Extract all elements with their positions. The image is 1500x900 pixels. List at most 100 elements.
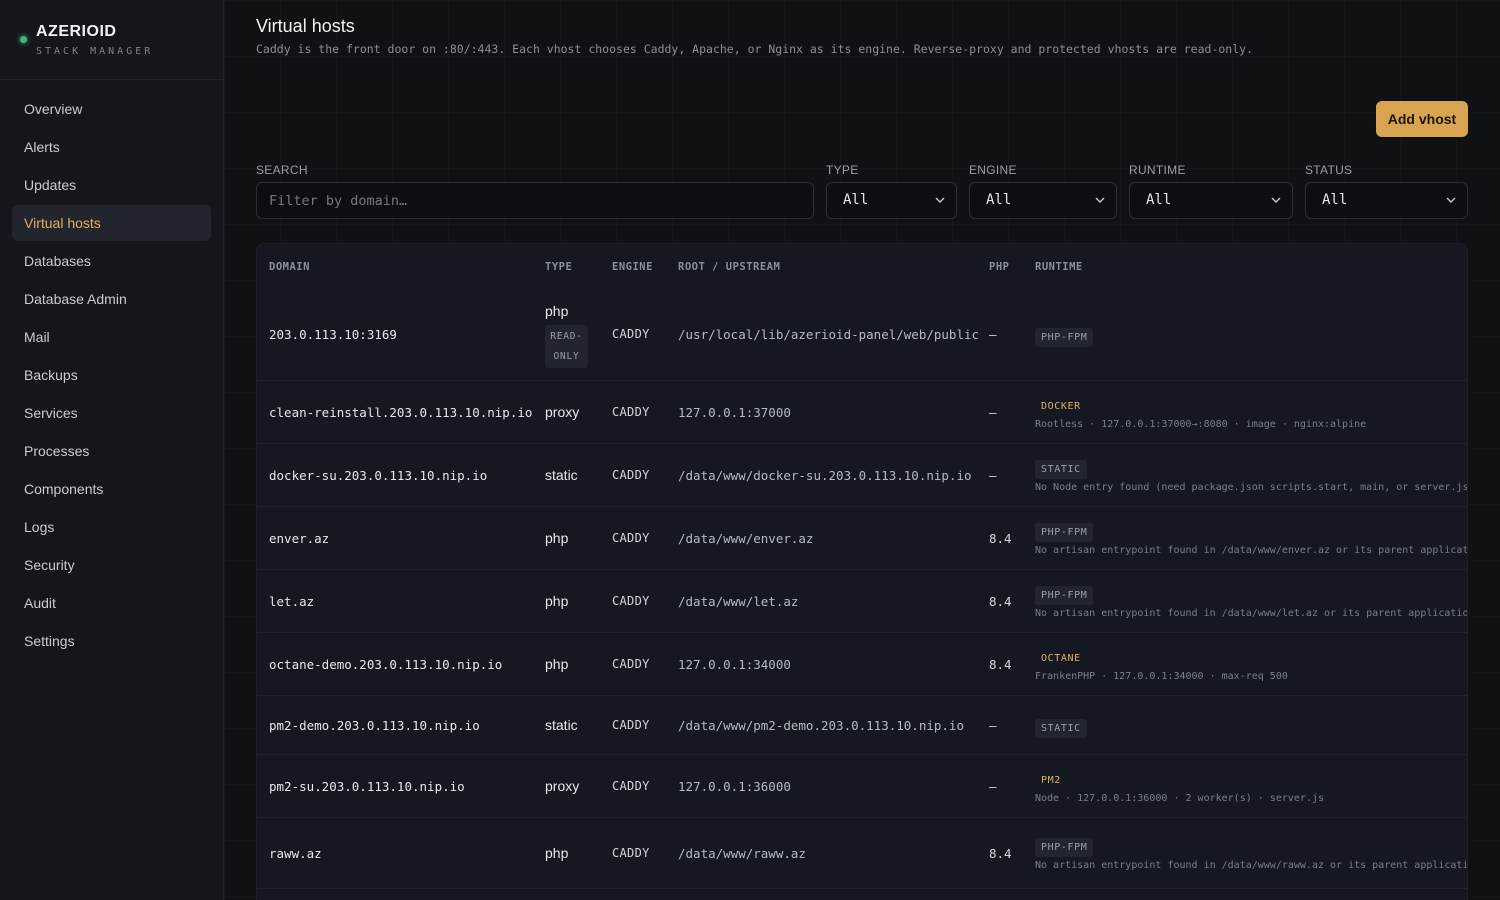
- domain-cell[interactable]: octane-demo.203.0.113.10.nip.io: [269, 657, 502, 672]
- sidebar-item-database-admin[interactable]: Database Admin: [12, 281, 211, 317]
- chevron-down-icon: [1446, 197, 1456, 203]
- sidebar-item-virtual-hosts[interactable]: Virtual hosts: [12, 205, 211, 241]
- php-cell: —: [989, 468, 997, 483]
- type-cell: static: [545, 467, 578, 483]
- sidebar-item-processes[interactable]: Processes: [12, 433, 211, 469]
- engine-cell: CADDY: [612, 327, 650, 341]
- domain-cell[interactable]: docker-su.203.0.113.10.nip.io: [269, 468, 487, 483]
- domain-cell[interactable]: 203.0.113.10:3169: [269, 327, 397, 342]
- root-cell: 127.0.0.1:34000: [678, 657, 791, 672]
- column-header-engine[interactable]: ENGINE: [612, 261, 653, 273]
- sidebar-item-mail[interactable]: Mail: [12, 319, 211, 355]
- root-cell: 127.0.0.1:36000: [678, 779, 791, 794]
- domain-cell[interactable]: enver.az: [269, 531, 329, 546]
- sidebar-item-services[interactable]: Services: [12, 395, 211, 431]
- runtime-cell: PHP-FPM No artisan entrypoint found in /…: [1035, 583, 1467, 619]
- php-cell: 8.4: [989, 594, 1012, 609]
- runtime-detail: Node · 127.0.0.1:36000 · 2 worker(s) · s…: [1035, 793, 1324, 804]
- sidebar-item-security[interactable]: Security: [12, 547, 211, 583]
- type-cell: php: [545, 656, 569, 672]
- type-cell: proxy: [545, 404, 580, 420]
- domain-cell[interactable]: raww.az: [269, 846, 322, 861]
- sidebar-item-backups[interactable]: Backups: [12, 357, 211, 393]
- domain-cell[interactable]: pm2-su.203.0.113.10.nip.io: [269, 779, 465, 794]
- type-cell: php: [545, 593, 569, 609]
- read-only-line-1: READ-: [550, 331, 583, 342]
- sidebar-item-databases[interactable]: Databases: [12, 243, 211, 279]
- sidebar-item-logs[interactable]: Logs: [12, 509, 211, 545]
- column-header-domain[interactable]: DOMAIN: [269, 261, 310, 273]
- runtime-badge: PM2: [1041, 775, 1061, 786]
- status-dot-icon: [20, 36, 27, 43]
- engine-filter-value: All: [986, 192, 1012, 208]
- engine-filter-label: ENGINE: [969, 163, 1017, 177]
- chevron-down-icon: [1271, 197, 1281, 203]
- table-row[interactable]: pm2-su.203.0.113.10.nip.io proxy CADDY 1…: [257, 755, 1467, 818]
- root-cell: /usr/local/lib/azerioid-panel/web/public: [678, 327, 980, 342]
- runtime-cell: PHP-FPM No artisan entrypoint found in /…: [1035, 520, 1467, 556]
- runtime-cell: PM2 Node · 127.0.0.1:36000 · 2 worker(s)…: [1035, 768, 1324, 804]
- engine-cell: CADDY: [612, 657, 650, 671]
- php-cell: 8.4: [989, 846, 1012, 861]
- column-header-php[interactable]: PHP: [989, 261, 1009, 273]
- table-row[interactable]: raww.az php CADDY /data/www/raww.az 8.4 …: [257, 818, 1467, 889]
- read-only-line-2: ONLY: [553, 351, 580, 362]
- brand-subtitle: STACK MANAGER: [36, 46, 154, 57]
- read-only-badge: READ- ONLY: [545, 325, 588, 368]
- php-cell: —: [989, 405, 997, 420]
- domain-cell[interactable]: clean-reinstall.203.0.113.10.nip.io: [269, 405, 532, 420]
- engine-cell: CADDY: [612, 531, 650, 545]
- runtime-badge: PHP-FPM: [1035, 586, 1094, 605]
- search-input[interactable]: [256, 182, 814, 219]
- status-filter-label: STATUS: [1305, 163, 1353, 177]
- type-filter-select[interactable]: All: [826, 182, 957, 219]
- engine-cell: CADDY: [612, 405, 650, 419]
- column-header-type[interactable]: TYPE: [545, 261, 572, 273]
- runtime-badge: PHP-FPM: [1035, 328, 1094, 347]
- type-cell: php: [545, 303, 569, 319]
- runtime-badge: PHP-FPM: [1035, 838, 1094, 857]
- runtime-badge: OCTANE: [1041, 653, 1081, 664]
- table-row[interactable]: octane-demo.203.0.113.10.nip.io php CADD…: [257, 633, 1467, 696]
- runtime-cell: STATIC: [1035, 716, 1087, 738]
- domain-cell[interactable]: pm2-demo.203.0.113.10.nip.io: [269, 718, 480, 733]
- sidebar-item-components[interactable]: Components: [12, 471, 211, 507]
- sidebar-item-audit[interactable]: Audit: [12, 585, 211, 621]
- php-cell: —: [989, 779, 997, 794]
- sidebar-nav: Overview Alerts Updates Virtual hosts Da…: [12, 91, 211, 661]
- brand: AZERIOID STACK MANAGER: [0, 0, 223, 80]
- add-vhost-button[interactable]: Add vhost: [1376, 101, 1468, 137]
- table-row[interactable]: pm2-demo.203.0.113.10.nip.io static CADD…: [257, 696, 1467, 755]
- type-filter-value: All: [843, 192, 869, 208]
- sidebar-item-updates[interactable]: Updates: [12, 167, 211, 203]
- engine-cell: CADDY: [612, 779, 650, 793]
- main-content: Virtual hosts Caddy is the front door on…: [224, 0, 1500, 900]
- table-row[interactable]: let.az php CADDY /data/www/let.az 8.4 PH…: [257, 570, 1467, 633]
- root-cell: /data/www/docker-su.203.0.113.10.nip.io: [678, 468, 972, 483]
- runtime-badge: STATIC: [1035, 460, 1087, 479]
- sidebar-item-settings[interactable]: Settings: [12, 623, 211, 659]
- sidebar-item-alerts[interactable]: Alerts: [12, 129, 211, 165]
- runtime-badge: PHP-FPM: [1035, 523, 1094, 542]
- table-row[interactable]: 203.0.113.10:3169 php READ- ONLY CADDY /…: [257, 291, 1467, 381]
- runtime-cell: STATIC No Node entry found (need package…: [1035, 457, 1468, 493]
- status-filter-select[interactable]: All: [1305, 182, 1468, 219]
- brand-name: AZERIOID: [36, 23, 117, 40]
- runtime-detail: No Node entry found (need package.json s…: [1035, 482, 1468, 493]
- domain-cell[interactable]: let.az: [269, 594, 314, 609]
- table-row[interactable]: clean-reinstall.203.0.113.10.nip.io prox…: [257, 381, 1467, 444]
- type-cell: proxy: [545, 778, 580, 794]
- type-filter-label: TYPE: [826, 163, 859, 177]
- table-row[interactable]: enver.az php CADDY /data/www/enver.az 8.…: [257, 507, 1467, 570]
- column-header-root[interactable]: ROOT / UPSTREAM: [678, 261, 780, 273]
- column-header-runtime[interactable]: RUNTIME: [1035, 261, 1083, 273]
- sidebar-item-overview[interactable]: Overview: [12, 91, 211, 127]
- chevron-down-icon: [935, 197, 945, 203]
- php-cell: 8.4: [989, 657, 1012, 672]
- engine-filter-select[interactable]: All: [969, 182, 1117, 219]
- runtime-filter-select[interactable]: All: [1129, 182, 1293, 219]
- status-filter-value: All: [1322, 192, 1348, 208]
- runtime-badge: DOCKER: [1041, 401, 1081, 412]
- runtime-detail: No artisan entrypoint found in /data/www…: [1035, 860, 1468, 871]
- table-row[interactable]: docker-su.203.0.113.10.nip.io static CAD…: [257, 444, 1467, 507]
